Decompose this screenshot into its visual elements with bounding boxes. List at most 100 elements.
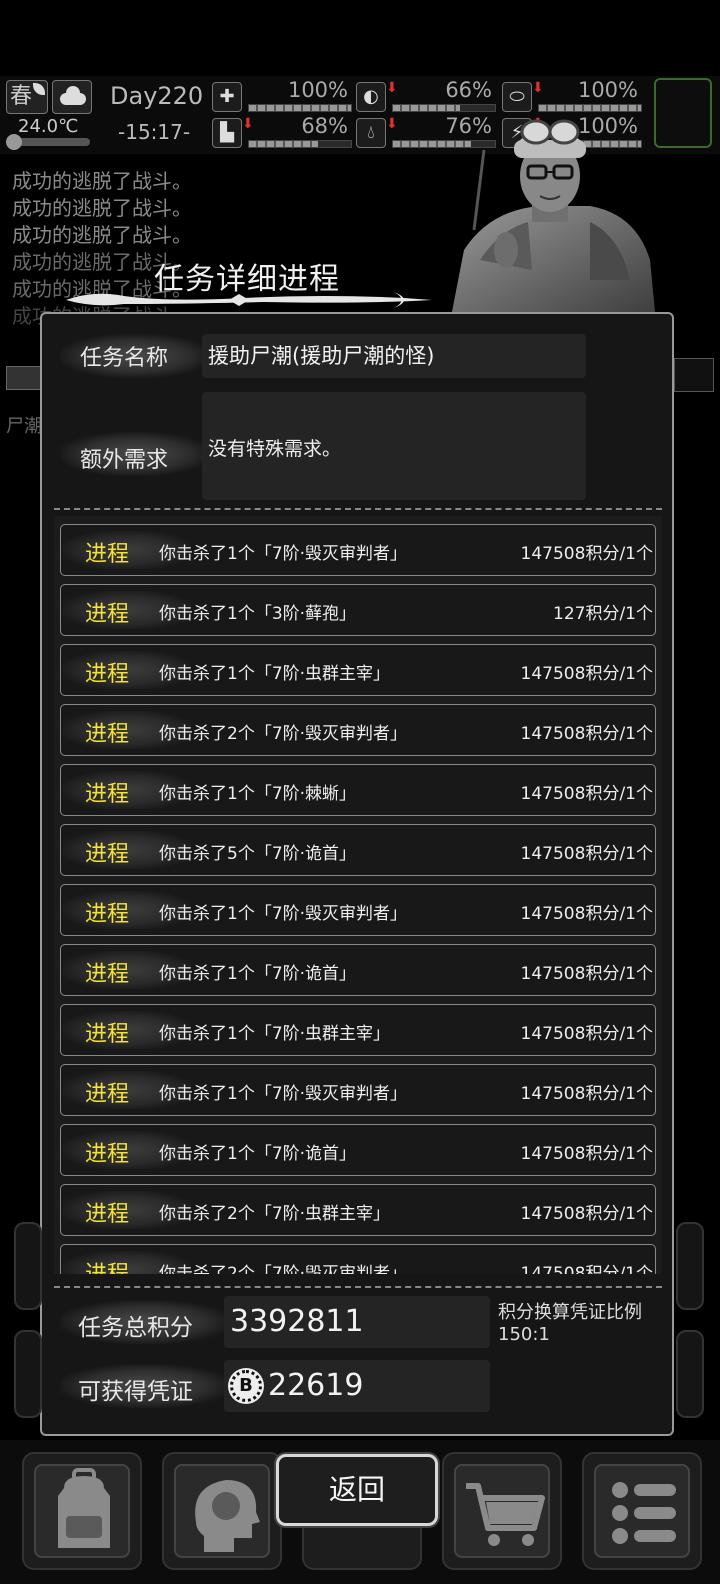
progress-tag: 进程 (85, 662, 130, 687)
temperature-readout: 24.0℃ (18, 116, 79, 137)
progress-points: 147508积分/1个 (520, 724, 653, 744)
background-button (14, 1330, 42, 1418)
conversion-ratio-value: 150:1 (498, 1324, 550, 1345)
progress-tag: 进程 (85, 722, 130, 747)
progress-description: 你击杀了1个「7阶·毁灭审判者」 (159, 544, 408, 564)
hunger-stat: ◐ ⬇ 66% (356, 78, 496, 114)
season-indicator: 春 (6, 80, 48, 114)
progress-tag: 进程 (85, 1082, 130, 1107)
shopping-cart-icon (466, 1483, 545, 1546)
total-points-value: 3392811 (224, 1296, 490, 1348)
health-bar (249, 105, 351, 111)
cloud-icon (52, 80, 92, 114)
shop-button[interactable] (442, 1452, 562, 1570)
progress-description: 你击杀了1个「7阶·毁灭审判者」 (159, 904, 408, 924)
progress-points: 127积分/1个 (553, 604, 653, 624)
background-slot (674, 358, 714, 392)
progress-description: 你击杀了5个「7阶·诡首」 (159, 844, 357, 864)
voucher-coin-icon: B (230, 1370, 262, 1402)
progress-tag: 进程 (85, 842, 130, 867)
brain-icon (195, 1480, 260, 1552)
progress-description: 你击杀了1个「7阶·棘蜥」 (159, 784, 357, 804)
back-button[interactable]: 返回 (276, 1454, 438, 1526)
progress-tag: 进程 (85, 962, 130, 987)
progress-description: 你击杀了2个「7阶·毁灭审判者」 (159, 1264, 408, 1274)
progress-description: 你击杀了2个「7阶·毁灭审判者」 (159, 724, 408, 744)
down-arrow-icon: ⬇ (386, 116, 398, 132)
progress-tag: 进程 (85, 542, 130, 567)
menu-button[interactable] (582, 1452, 702, 1570)
progress-row: 进程 你击杀了1个「7阶·毁灭审判者」 147508积分/1个 (60, 1064, 656, 1116)
background-button (676, 1222, 704, 1310)
divider (54, 508, 662, 510)
progress-description: 你击杀了1个「7阶·毁灭审判者」 (159, 1084, 408, 1104)
progress-row: 进程 你击杀了2个「7阶·虫群主宰」 147508积分/1个 (60, 1184, 656, 1236)
extra-requirement-label: 额外需求 (80, 448, 169, 473)
medkit-icon: ✚ (212, 82, 242, 112)
conversion-ratio-label: 积分换算凭证比例 (498, 1302, 642, 1323)
progress-points: 147508积分/1个 (520, 1084, 653, 1104)
progress-list[interactable]: 进程 你击杀了1个「7阶·毁灭审判者」 147508积分/1个 进程 你击杀了1… (54, 516, 662, 1274)
stamina-bar (249, 141, 319, 147)
progress-description: 你击杀了1个「7阶·虫群主宰」 (159, 1024, 391, 1044)
progress-row: 进程 你击杀了1个「7阶·毁灭审判者」 147508积分/1个 (60, 884, 656, 936)
health-value: 100% (287, 78, 348, 102)
boot-icon: ▙ (212, 118, 242, 148)
progress-points: 147508积分/1个 (520, 964, 653, 984)
progress-tag: 进程 (85, 602, 130, 627)
voucher-box: B 22619 (224, 1360, 490, 1412)
task-name-value: 援助尸潮(援助尸潮的怪) (202, 334, 586, 378)
progress-points: 147508积分/1个 (520, 784, 653, 804)
health-stat: ✚ 100% (212, 78, 352, 114)
progress-points: 147508积分/1个 (520, 1024, 653, 1044)
progress-row: 进程 你击杀了2个「7阶·毁灭审判者」 147508积分/1个 (60, 1244, 656, 1274)
equipment-slot[interactable] (654, 78, 712, 148)
progress-points: 147508积分/1个 (520, 664, 653, 684)
progress-row: 进程 你击杀了1个「7阶·虫群主宰」 147508积分/1个 (60, 1004, 656, 1056)
day-counter: Day220 (110, 82, 204, 110)
divider (54, 1286, 662, 1288)
voucher-value: 22619 (268, 1368, 364, 1403)
progress-row: 进程 你击杀了1个「7阶·诡首」 147508积分/1个 (60, 1124, 656, 1176)
progress-row: 进程 你击杀了1个「7阶·诡首」 147508积分/1个 (60, 944, 656, 996)
backpack-button[interactable] (22, 1452, 142, 1570)
progress-description: 你击杀了1个「7阶·诡首」 (159, 964, 357, 984)
task-name-label: 任务名称 (80, 346, 169, 371)
total-points-label: 任务总积分 (78, 1315, 193, 1341)
extra-requirement-value: 没有特殊需求。 (202, 392, 586, 500)
log-line: 成功的逃脱了战斗。 (12, 223, 192, 247)
background-label: 尸潮 (6, 416, 42, 437)
backpack-icon (58, 1468, 110, 1548)
hunger-value: 66% (445, 78, 492, 102)
progress-points: 147508积分/1个 (520, 1144, 653, 1164)
progress-points: 147508积分/1个 (520, 1204, 653, 1224)
progress-description: 你击杀了2个「7阶·虫群主宰」 (159, 1204, 391, 1224)
progress-points: 147508积分/1个 (520, 1264, 653, 1274)
background-button (676, 1330, 704, 1418)
progress-row: 进程 你击杀了1个「3阶·藓孢」 127积分/1个 (60, 584, 656, 636)
progress-tag: 进程 (85, 782, 130, 807)
progress-points: 147508积分/1个 (520, 844, 653, 864)
season-label: 春 (10, 84, 33, 109)
stomach-icon: ◐ (356, 82, 386, 112)
progress-tag: 进程 (85, 1202, 130, 1227)
progress-tag: 进程 (85, 1022, 130, 1047)
background-button (14, 1222, 42, 1310)
progress-tag: 进程 (85, 902, 130, 927)
progress-row: 进程 你击杀了1个「7阶·棘蜥」 147508积分/1个 (60, 764, 656, 816)
title-flourish (66, 292, 432, 308)
medicine-value: 100% (577, 78, 638, 102)
down-arrow-icon: ⬇ (386, 80, 398, 96)
down-arrow-icon: ⬇ (532, 80, 544, 96)
character-portrait (450, 119, 656, 322)
progress-description: 你击杀了1个「7阶·虫群主宰」 (159, 664, 391, 684)
progress-row: 进程 你击杀了5个「7阶·诡首」 147508积分/1个 (60, 824, 656, 876)
water-drop-icon: 💧︎ (356, 118, 386, 148)
skills-button[interactable] (162, 1452, 282, 1570)
stamina-stat: ▙ ⬇ 68% (212, 114, 352, 150)
voucher-label: 可获得凭证 (78, 1379, 193, 1405)
progress-points: 147508积分/1个 (520, 904, 653, 924)
game-clock: -15:17- (118, 120, 191, 144)
progress-row: 进程 你击杀了1个「7阶·虫群主宰」 147508积分/1个 (60, 644, 656, 696)
background-input (6, 366, 42, 390)
